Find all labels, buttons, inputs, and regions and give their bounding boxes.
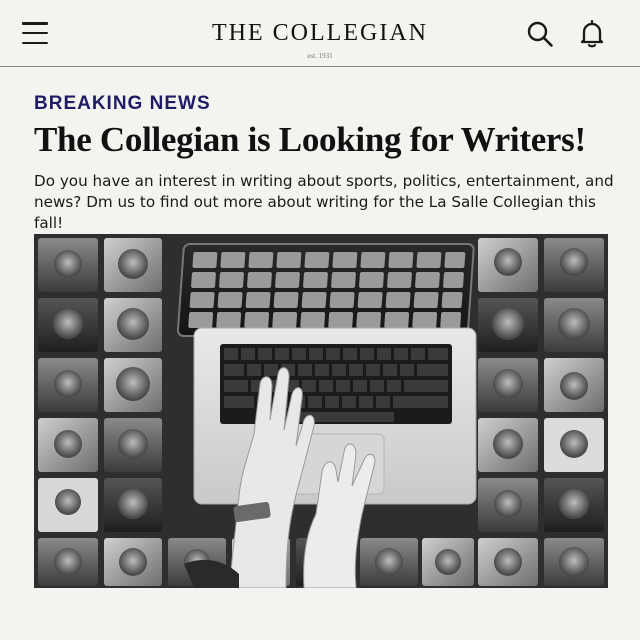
search-icon[interactable] (526, 20, 554, 48)
top-bar: THE COLLEGIAN est. 1931 (0, 0, 640, 67)
article-kicker: BREAKING NEWS (34, 93, 211, 114)
article-dek: Do you have an interest in writing about… (34, 172, 614, 232)
hero-image[interactable] (34, 234, 608, 588)
established-year: est. 1931 (307, 52, 333, 60)
hero-photo-collage (34, 234, 608, 588)
article-headline[interactable]: The Collegian is Looking for Writers! (34, 120, 624, 160)
bell-icon[interactable] (578, 19, 606, 49)
